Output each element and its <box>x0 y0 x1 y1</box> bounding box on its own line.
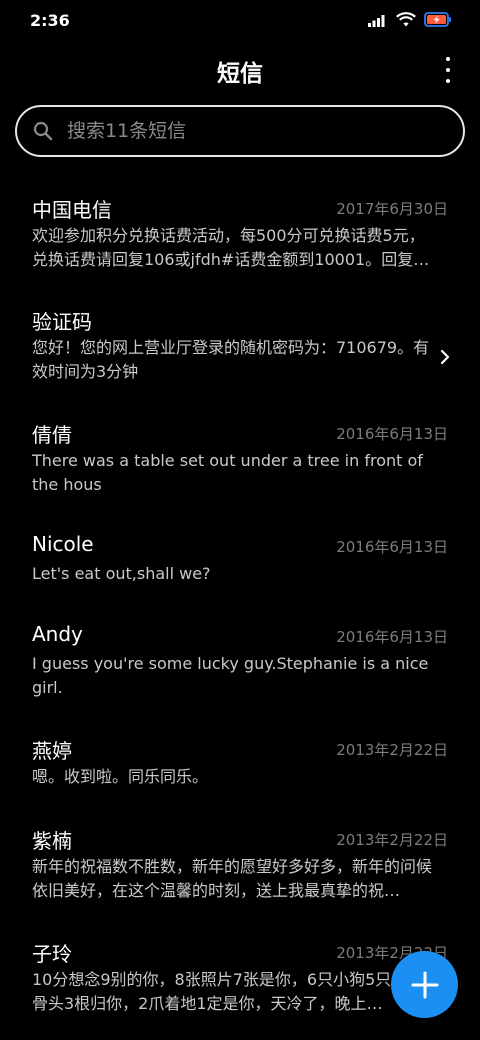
message-preview: 欢迎参加积分兑换话费活动，每500分可兑换话费5元，兑换话费请回复106或jfd… <box>32 226 430 269</box>
message-date: 2013年2月22日 <box>336 741 448 759</box>
message-sender: 紫楠 <box>32 829 72 853</box>
compose-message-button[interactable] <box>391 951 458 1018</box>
message-sender: Nicole <box>32 532 94 556</box>
status-icons <box>368 12 452 27</box>
message-sender: 中国电信 <box>32 198 112 222</box>
search-icon <box>33 121 53 141</box>
message-preview: 嗯。收到啦。同乐同乐。 <box>32 767 209 786</box>
search-bar[interactable] <box>15 105 465 157</box>
message-preview: Let's eat out,shall we? <box>32 564 211 583</box>
more-vertical-icon-dot <box>446 68 450 72</box>
wifi-icon <box>396 12 416 27</box>
message-sender: Andy <box>32 622 83 646</box>
message-date: 2017年6月30日 <box>336 200 448 218</box>
app-header: 短信 <box>0 40 480 100</box>
message-item-0[interactable]: 中国电信 2017年6月30日 欢迎参加积分兑换话费活动，每500分可兑换话费5… <box>0 176 480 288</box>
message-sender: 子玲 <box>32 942 72 966</box>
more-vertical-icon <box>446 57 450 61</box>
chevron-right-icon <box>440 349 450 365</box>
message-sender: 验证码 <box>32 310 92 334</box>
message-item-1[interactable]: 验证码 您好！您的网上营业厅登录的随机密码为：710679。有效时间为3分钟 <box>0 288 480 401</box>
message-preview: 您好！您的网上营业厅登录的随机密码为：710679。有效时间为3分钟 <box>32 338 430 381</box>
message-date: 2016年6月13日 <box>336 628 448 646</box>
battery-charging-icon <box>424 12 451 27</box>
message-preview: 新年的祝福数不胜数，新年的愿望好多好多，新年的问候依旧美好，在这个温馨的时刻，送… <box>32 857 432 900</box>
message-item-2[interactable]: 倩倩 2016年6月13日 There was a table set out … <box>0 401 480 514</box>
message-date: 2016年6月13日 <box>336 538 448 556</box>
message-sender: 燕婷 <box>32 739 72 763</box>
signal-icon <box>368 14 385 27</box>
message-date: 2013年2月22日 <box>336 831 448 849</box>
message-item-5[interactable]: 燕婷 2013年2月22日 嗯。收到啦。同乐同乐。 <box>0 717 480 807</box>
message-item-6[interactable]: 紫楠 2013年2月22日 新年的祝福数不胜数，新年的愿望好多好多，新年的问候依… <box>0 807 480 920</box>
more-vertical-icon-dot <box>446 79 450 83</box>
message-date: 2016年6月13日 <box>336 425 448 443</box>
page-title: 短信 <box>217 61 263 87</box>
message-sender: 倩倩 <box>32 423 72 447</box>
status-bar: 2:36 <box>0 0 480 40</box>
message-item-4[interactable]: Andy 2016年6月13日 I guess you're some luck… <box>0 604 480 717</box>
search-input[interactable] <box>67 107 447 155</box>
message-preview: I guess you're some lucky guy.Stephanie … <box>32 654 429 697</box>
message-preview: There was a table set out under a tree i… <box>32 451 423 494</box>
message-item-3[interactable]: Nicole 2016年6月13日 Let's eat out,shall we… <box>0 514 480 604</box>
more-options-button[interactable] <box>442 57 454 83</box>
plus-icon <box>411 971 438 998</box>
status-time: 2:36 <box>30 11 70 30</box>
message-preview: 10分想念9别的你，8张照片7张是你，6只小狗5只4根骨头3根归你，2爪着地1定… <box>32 970 418 1013</box>
